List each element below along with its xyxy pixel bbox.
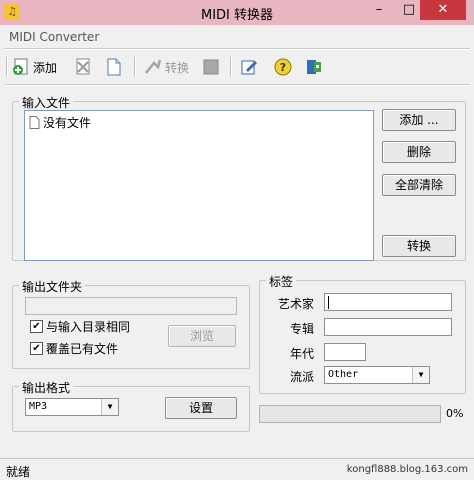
edit-button[interactable] [240, 55, 258, 79]
progress-percent: 0% [446, 407, 464, 420]
file-icon [29, 116, 40, 129]
output-folder-path[interactable] [25, 297, 237, 315]
chevron-down-icon[interactable]: ▼ [101, 399, 118, 415]
convert-toolbar-label: 转换 [165, 60, 190, 75]
artist-label: 艺术家 [278, 297, 315, 311]
overwrite-checkbox[interactable]: ✔ [30, 342, 43, 355]
format-select-value: MP3 [29, 401, 48, 412]
status-bar: 就绪 kongfl888.blog.163.com [0, 458, 474, 480]
help-button[interactable]: ? [274, 55, 292, 79]
album-field[interactable] [324, 318, 452, 336]
text-caret [328, 296, 329, 309]
clear-all-button[interactable]: 全部清除 [382, 174, 456, 196]
toolbar-grip [6, 57, 8, 77]
new-document-button[interactable] [105, 55, 123, 79]
genre-label: 流派 [290, 370, 315, 384]
remove-icon [74, 58, 92, 76]
conversion-progress-bar [259, 405, 441, 423]
stop-button[interactable] [202, 55, 220, 79]
format-select[interactable]: MP3 ▼ [25, 398, 119, 416]
toolbar-separator [134, 57, 136, 77]
new-document-icon [105, 58, 123, 76]
tags-title: 标签 [266, 273, 297, 290]
minimize-button[interactable]: – [364, 0, 394, 20]
add-icon [12, 58, 30, 76]
exit-icon [305, 58, 323, 76]
settings-button[interactable]: 设置 [165, 397, 237, 419]
convert-toolbar-button[interactable]: 转换 [144, 55, 189, 79]
output-folder-title: 输出文件夹 [19, 278, 86, 295]
year-label: 年代 [290, 347, 315, 361]
genre-select-value: Other [328, 369, 359, 380]
app-subtitle: MIDI Converter [9, 30, 100, 44]
genre-select[interactable]: Other ▼ [324, 366, 430, 384]
convert-button[interactable]: 转换 [382, 235, 456, 257]
input-files-title: 输入文件 [19, 94, 74, 111]
artist-field[interactable] [324, 293, 452, 311]
status-watermark: kongfl888.blog.163.com [346, 464, 468, 475]
help-icon: ? [274, 58, 292, 76]
overwrite-label: 覆盖已有文件 [46, 342, 119, 356]
toolbar-separator [230, 57, 232, 77]
status-text: 就绪 [6, 465, 31, 479]
same-dir-label: 与输入目录相同 [46, 320, 131, 334]
delete-button[interactable]: 删除 [382, 141, 456, 163]
header-divider [4, 48, 470, 50]
add-files-button[interactable]: 添加 ... [382, 109, 456, 131]
svg-text:?: ? [280, 61, 286, 74]
exit-button[interactable] [305, 55, 323, 79]
edit-icon [240, 58, 258, 76]
add-button-label: 添加 [33, 60, 58, 75]
album-label: 专辑 [290, 322, 315, 336]
output-format-title: 输出格式 [19, 379, 74, 396]
list-item-label: 没有文件 [43, 116, 92, 130]
close-button[interactable]: ✕ [420, 0, 466, 20]
stop-icon [202, 58, 220, 76]
chevron-down-icon[interactable]: ▼ [412, 367, 429, 383]
toolbar-divider [4, 84, 470, 86]
main-window: ♫ MIDI 转换器 – □ ✕ MIDI Converter 添加 转换 ? … [0, 0, 474, 479]
browse-button[interactable]: 浏览 [168, 325, 236, 347]
year-field[interactable] [324, 343, 366, 361]
add-button[interactable]: 添加 [12, 55, 57, 79]
list-item[interactable]: 没有文件 [29, 114, 91, 131]
convert-icon [144, 58, 162, 76]
same-dir-checkbox[interactable]: ✔ [30, 320, 43, 333]
input-file-list[interactable]: 没有文件 [24, 110, 374, 261]
remove-button[interactable] [74, 55, 92, 79]
title-bar[interactable]: ♫ MIDI 转换器 – □ ✕ [0, 0, 474, 25]
toolbar: 添加 转换 ? [6, 53, 466, 81]
